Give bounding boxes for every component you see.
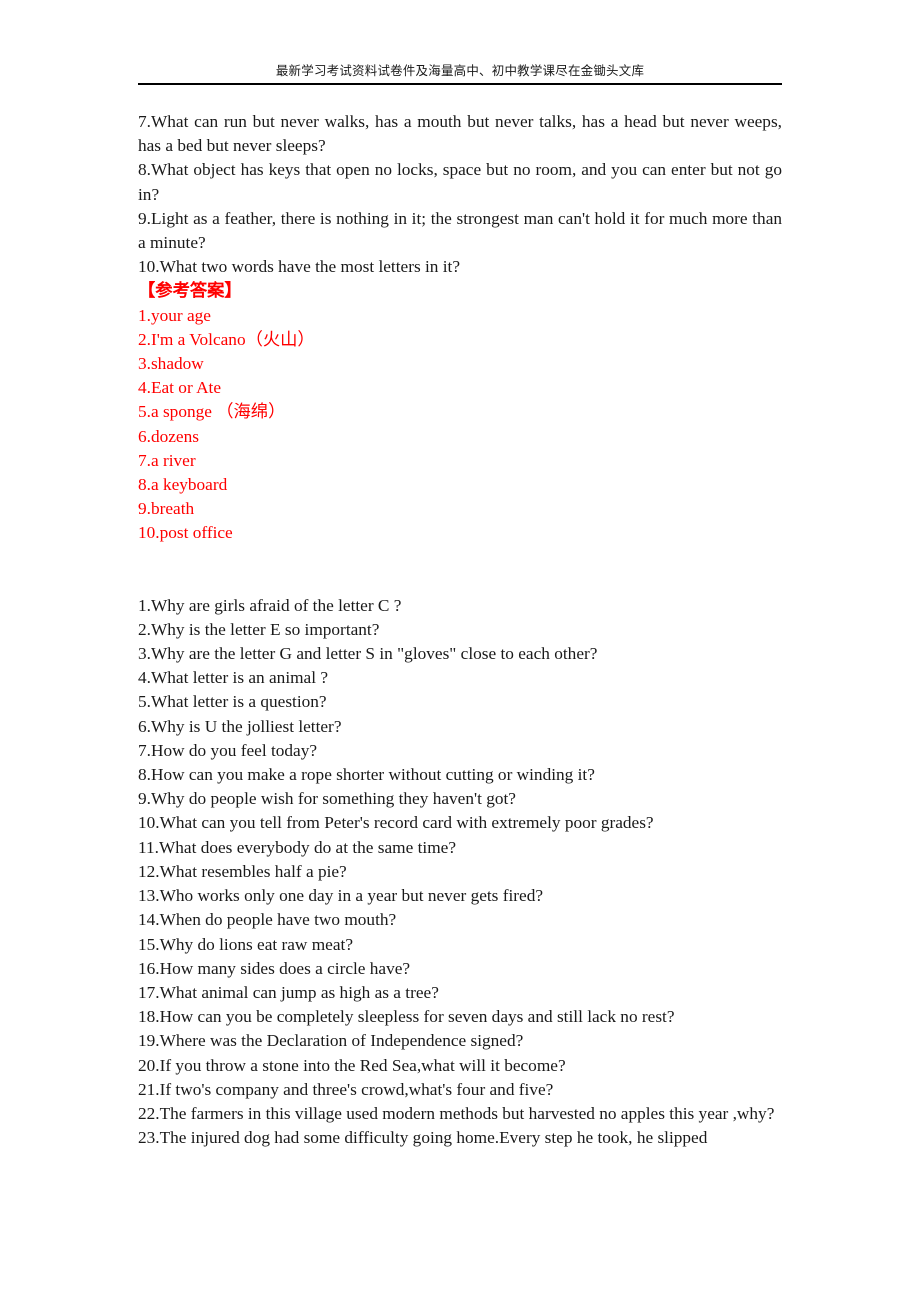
answer-key-block: 【参考答案】 1.your age 2.I'm a Volcano（火山） 3.… [138, 279, 782, 545]
question-line: 4.What letter is an animal ? [138, 668, 329, 688]
answer-item: 9.breath [138, 499, 195, 519]
page-header: 最新学习考试资料试卷件及海量高中、初中教学课尽在金锄头文库 [138, 62, 782, 93]
answer-item: 8.a keyboard [138, 475, 228, 495]
question-paragraph: 9.Light as a feather, there is nothing i… [138, 208, 782, 253]
question-line: 23.The injured dog had some difficulty g… [138, 1128, 708, 1148]
answer-item: 6.dozens [138, 426, 199, 446]
question-paragraph: 10.What two words have the most letters … [138, 257, 461, 277]
question-line: 22.The farmers in this village used mode… [138, 1103, 775, 1123]
question-line: 19.Where was the Declaration of Independ… [138, 1031, 524, 1051]
question-line: 5.What letter is a question? [138, 692, 327, 712]
question-line: 6.Why is U the jolliest letter? [138, 716, 342, 736]
answer-item: 7.a river [138, 450, 196, 470]
question-line: 9.Why do people wish for something they … [138, 789, 516, 809]
question-line: 11.What does everybody do at the same ti… [138, 837, 456, 857]
question-line: 21.If two's company and three's crowd,wh… [138, 1079, 554, 1099]
question-line: 16.How many sides does a circle have? [138, 958, 411, 978]
question-line: 14.When do people have two mouth? [138, 910, 397, 930]
question-line: 17.What animal can jump as high as a tre… [138, 982, 439, 1002]
question-line: 18.How can you be completely sleepless f… [138, 1007, 675, 1027]
question-paragraph: 7.What can run but never walks, has a mo… [138, 112, 782, 156]
answer-key-title: 【参考答案】 [138, 281, 242, 301]
answer-item: 1.your age [138, 305, 211, 325]
answer-item: 3.shadow [138, 354, 204, 374]
section-one-questions: 7.What can run but never walks, has a mo… [138, 110, 782, 279]
header-divider-rule [138, 83, 782, 85]
question-line: 13.Who works only one day in a year but … [138, 886, 544, 906]
question-line: 2.Why is the letter E so important? [138, 619, 380, 639]
document-body: 7.What can run but never walks, has a mo… [138, 110, 782, 1150]
document-page: 最新学习考试资料试卷件及海量高中、初中教学课尽在金锄头文库 7.What can… [0, 0, 920, 1302]
answer-item: 2.I'm a Volcano（火山） [138, 329, 315, 349]
header-watermark-text: 最新学习考试资料试卷件及海量高中、初中教学课尽在金锄头文库 [275, 63, 645, 78]
answer-item: 4.Eat or Ate [138, 378, 222, 398]
question-line: 15.Why do lions eat raw meat? [138, 934, 353, 954]
question-line: 10.What can you tell from Peter's record… [138, 813, 654, 833]
question-line: 7.How do you feel today? [138, 740, 318, 760]
question-line: 3.Why are the letter G and letter S in "… [138, 644, 598, 664]
question-paragraph: 8.What object has keys that open no lock… [138, 160, 782, 204]
section-two-questions: 1.Why are girls afraid of the letter C ?… [138, 594, 782, 1151]
answer-item: 5.a sponge （海绵） [138, 402, 286, 422]
question-line: 1.Why are girls afraid of the letter C ? [138, 595, 402, 615]
answer-item: 10.post office [138, 523, 233, 543]
question-line: 8.How can you make a rope shorter withou… [138, 765, 595, 785]
question-line: 12.What resembles half a pie? [138, 861, 347, 881]
question-line: 20.If you throw a stone into the Red Sea… [138, 1055, 566, 1075]
